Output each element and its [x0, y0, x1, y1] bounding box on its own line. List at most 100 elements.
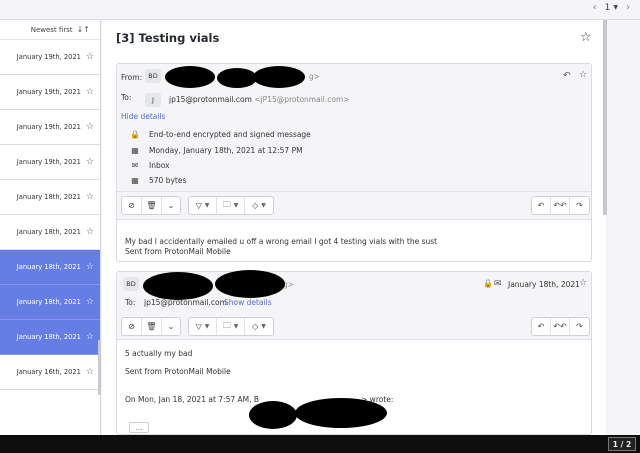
page-select[interactable]: 1 ▼ [605, 3, 618, 13]
list-item[interactable]: January 19th, 2021 ☆ [0, 75, 100, 110]
message-card-expanded: From: BD g> ↶ ☆ To: J jp15@protonmail.co… [116, 63, 592, 262]
list-item-date: January 19th, 2021 [16, 158, 81, 166]
encryption-text: End-to-end encrypted and signed message [149, 130, 311, 139]
star-icon[interactable]: ☆ [86, 262, 94, 272]
list-item-date: January 18th, 2021 [16, 298, 81, 306]
mail-app: ‹ 1 ▼ › Newest first ↓↑ January 19th, 20… [0, 0, 640, 435]
pagination: ‹ 1 ▼ › [593, 2, 630, 13]
encryption-detail: 🔒 End-to-end encrypted and signed messag… [129, 130, 311, 139]
chevron-right-icon[interactable]: › [626, 2, 630, 13]
star-icon[interactable]: ☆ [86, 122, 94, 132]
list-scrollbar[interactable] [98, 340, 101, 395]
redaction [143, 272, 213, 300]
sort-icon: ↓↑ [76, 25, 90, 34]
star-icon[interactable]: ☆ [86, 192, 94, 202]
list-item-date: January 18th, 2021 [16, 193, 81, 201]
calendar-icon: ▦ [131, 146, 139, 155]
reply-all-icon[interactable]: ↶↶ [551, 197, 570, 214]
list-item[interactable]: January 19th, 2021 ☆ [0, 40, 100, 75]
sender-avatar: BD [123, 277, 139, 291]
conversation-view: [3] Testing vials ☆ From: BD g> ↶ ☆ To: … [102, 20, 606, 435]
folder-icon[interactable]: 🗀 ▼ [217, 318, 245, 335]
message-toolbar: ⊘ 🗑 ⌄ ▽ ▼ 🗀 ▼ ◇ ▼ ↶ ↶↶ ↷ [117, 314, 591, 340]
list-item[interactable]: January 18th, 2021 ☆ [0, 250, 100, 285]
body-signature: Sent from ProtonMail Mobile [125, 367, 231, 376]
redaction [165, 66, 215, 88]
show-details-link[interactable]: Show details [224, 298, 272, 307]
list-item-date: January 18th, 2021 [16, 228, 81, 236]
chevron-down-icon[interactable]: ⌄ [162, 197, 180, 214]
chevron-down-icon[interactable]: ⌄ [162, 318, 180, 335]
trash-icon[interactable]: 🗑 [142, 197, 162, 214]
folder-detail: ✉ Inbox [129, 161, 170, 170]
star-icon[interactable]: ☆ [86, 157, 94, 167]
hide-icon[interactable]: ⊘ [122, 318, 142, 335]
trash-icon[interactable]: 🗑 [142, 318, 162, 335]
forward-icon[interactable]: ↷ [570, 318, 589, 335]
sort-label: Newest first [30, 25, 73, 34]
reply-all-icon[interactable]: ↶↶ [551, 318, 570, 335]
folder-icon[interactable]: 🗀 ▼ [217, 197, 245, 214]
list-item-date: January 19th, 2021 [16, 123, 81, 131]
size-detail: ▦ 570 bytes [129, 176, 186, 185]
filter-icon[interactable]: ▽ ▼ [189, 197, 217, 214]
reply-icon[interactable]: ↶ [532, 197, 551, 214]
lock-icon: 🔒 [483, 279, 493, 288]
chevron-left-icon[interactable]: ‹ [593, 2, 597, 13]
date-text: Monday, January 18th, 2021 at 12:57 PM [149, 146, 303, 155]
chevron-down-icon: ▼ [613, 4, 618, 11]
label-icon[interactable]: ◇ ▼ [245, 318, 273, 335]
hide-details-link[interactable]: Hide details [121, 112, 165, 121]
top-bar: ‹ 1 ▼ › [0, 0, 640, 20]
list-item[interactable]: January 18th, 2021 ☆ [0, 180, 100, 215]
toolbar-group-actions: ⊘ 🗑 ⌄ [121, 317, 181, 336]
forward-icon[interactable]: ↷ [570, 197, 589, 214]
star-icon[interactable]: ☆ [86, 332, 94, 342]
redaction [217, 68, 257, 88]
list-item[interactable]: January 16th, 2021 ☆ [0, 355, 100, 390]
inbox-icon: ✉ [131, 161, 139, 170]
list-item[interactable]: January 18th, 2021 ☆ [0, 215, 100, 250]
list-item[interactable]: January 19th, 2021 ☆ [0, 110, 100, 145]
toolbar-group-reply: ↶ ↶↶ ↷ [531, 317, 590, 336]
star-icon[interactable]: ☆ [86, 52, 94, 62]
star-icon[interactable]: ☆ [580, 30, 592, 45]
reply-icon[interactable]: ↶ [563, 71, 571, 81]
hide-icon[interactable]: ⊘ [122, 197, 142, 214]
recipient-name: jp15@protonmail.com [169, 95, 252, 104]
toolbar-group-reply: ↶ ↶↶ ↷ [531, 196, 590, 215]
body-signature: Sent from ProtonMail Mobile [125, 247, 231, 256]
list-item[interactable]: January 19th, 2021 ☆ [0, 145, 100, 180]
star-icon[interactable]: ☆ [86, 87, 94, 97]
recipient-address[interactable]: jp15@protonmail.com [144, 298, 227, 307]
label-icon[interactable]: ◇ ▼ [245, 197, 273, 214]
list-item-date: January 18th, 2021 [16, 333, 81, 341]
page-indicator: 1 / 2 [608, 437, 636, 451]
sort-control[interactable]: Newest first ↓↑ [0, 20, 100, 40]
star-icon[interactable]: ☆ [86, 297, 94, 307]
list-item[interactable]: January 18th, 2021 ☆ [0, 320, 100, 355]
size-icon: ▦ [131, 176, 139, 185]
list-item[interactable]: January 18th, 2021 ☆ [0, 285, 100, 320]
sender-address[interactable]: g> [309, 72, 320, 81]
to-label: To: [125, 298, 136, 307]
toolbar-group-organize: ▽ ▼ 🗀 ▼ ◇ ▼ [188, 317, 274, 336]
envelope-icon: ✉ [494, 279, 502, 289]
message-header: From: BD g> ↶ ☆ To: J jp15@protonmail.co… [117, 64, 591, 192]
star-icon[interactable]: ☆ [86, 367, 94, 377]
reply-icon[interactable]: ↶ [532, 318, 551, 335]
toolbar-group-organize: ▽ ▼ 🗀 ▼ ◇ ▼ [188, 196, 274, 215]
filter-icon[interactable]: ▽ ▼ [189, 318, 217, 335]
star-icon[interactable]: ☆ [86, 227, 94, 237]
star-icon[interactable]: ☆ [579, 278, 587, 288]
quoted-prefix: On Mon, Jan 18, 2021 at 7:57 AM, B [125, 395, 260, 404]
message-list: Newest first ↓↑ January 19th, 2021 ☆ Janua… [0, 20, 101, 435]
star-icon[interactable]: ☆ [579, 70, 587, 80]
viewer-bottom-bar: 1 / 2 [0, 435, 640, 453]
from-label: From: [121, 73, 143, 82]
expand-quote-button[interactable]: ... [129, 422, 149, 433]
recipient-address[interactable]: jp15@protonmail.com <jP15@protonmail.com… [169, 95, 350, 104]
conversation-scrollbar[interactable] [603, 20, 607, 215]
lock-icon: 🔒 [130, 130, 140, 139]
conversation-subject: [3] Testing vials [116, 31, 220, 45]
